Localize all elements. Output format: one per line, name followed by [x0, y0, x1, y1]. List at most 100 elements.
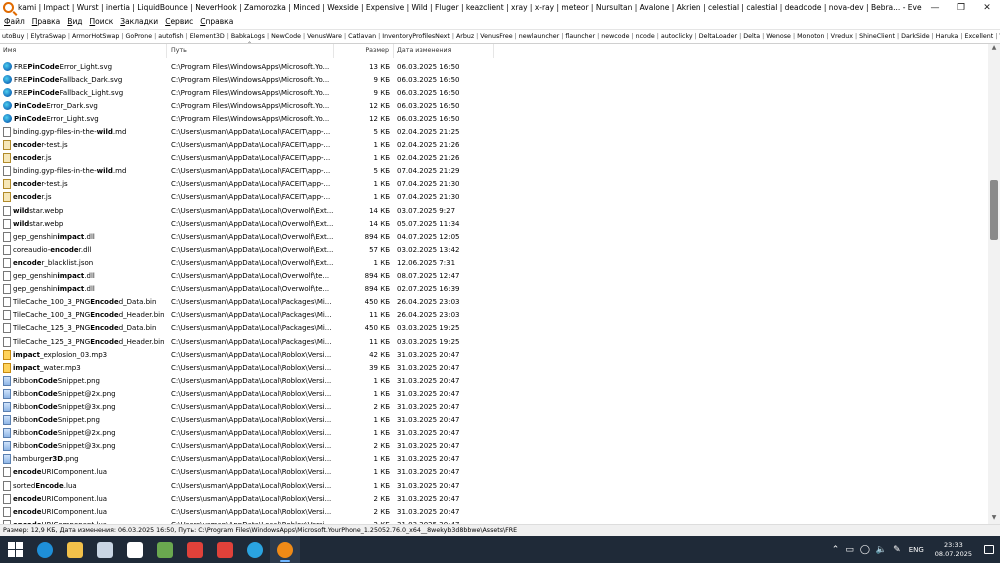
volume-icon[interactable]: 🔈	[873, 545, 890, 555]
menu-tools[interactable]: Сервис	[161, 15, 196, 29]
menu-file[interactable]: Файл	[0, 15, 28, 29]
taskbar-app-button[interactable]	[180, 536, 210, 563]
file-row[interactable]: impact _explosion_03.mp3 C:\Users\usman\Ap…	[0, 348, 988, 361]
bookmark-item[interactable]: Arbuz	[454, 33, 476, 40]
file-row[interactable]: FRE PinCode Error_Light.svg C:\Program File…	[0, 60, 988, 73]
battery-icon[interactable]: ▭	[842, 545, 857, 555]
file-row[interactable]: FRE PinCode Fallback_Light.svg C:\Program F…	[0, 86, 988, 99]
bookmark-item[interactable]: ShineClient	[857, 33, 897, 40]
bookmark-item[interactable]: ArmorHotSwap	[70, 33, 121, 40]
bookmark-item[interactable]: ElytraSwap	[28, 33, 67, 40]
bookmark-item[interactable]: ncode	[634, 33, 657, 40]
bookmark-item[interactable]: autofish	[156, 33, 185, 40]
file-row[interactable]: encode r-test.js C:\Users\usman\AppData\Lo…	[0, 139, 988, 152]
file-row[interactable]: hamburge r3D .png C:\Users\usman\AppData\Lo…	[0, 453, 988, 466]
file-row[interactable]: TileCache_100_3_PNG Encode d_Header.bin C:\…	[0, 309, 988, 322]
file-row[interactable]: encode r_blacklist.json C:\Users\usman\App…	[0, 256, 988, 269]
file-row[interactable]: Ribbo nCode Snippet.png C:\Users\usman\AppD…	[0, 414, 988, 427]
file-row[interactable]: binding.gyp-files-in-the-wild .md C:\Users…	[0, 165, 988, 178]
bookmark-item[interactable]: Monoton	[795, 33, 826, 40]
file-row[interactable]: sorted Encode .lua C:\Users\usman\AppData\L…	[0, 479, 988, 492]
clock[interactable]: 23:33 08.07.2025	[929, 541, 978, 559]
file-row[interactable]: TileCache_125_3_PNG Encode d_Data.bin C:\Us…	[0, 322, 988, 335]
taskbar-app-button[interactable]	[150, 536, 180, 563]
bookmark-item[interactable]: utoBuy	[0, 33, 26, 40]
bookmark-item[interactable]: Delta	[741, 33, 762, 40]
bookmark-item[interactable]: autoclicky	[659, 33, 695, 40]
file-row[interactable]: gep_genshin impact .dll C:\Users\usman\AppD…	[0, 283, 988, 296]
maximize-button[interactable]: ❐	[948, 0, 974, 15]
column-header-name[interactable]: Имя	[0, 44, 167, 58]
menu-view[interactable]: Вид	[63, 15, 85, 29]
taskbar-app-button[interactable]	[270, 536, 300, 563]
pen-icon[interactable]: ✎	[890, 545, 904, 555]
file-path-cell: C:\Users\usman\AppData\Local\Roblox\Vers…	[171, 468, 332, 477]
menu-edit[interactable]: Правка	[28, 15, 64, 29]
file-row[interactable]: Ribbo nCode Snippet.png C:\Users\usman\AppD…	[0, 374, 988, 387]
file-row[interactable]: encode r-test.js C:\Users\usman\AppData\Lo…	[0, 178, 988, 191]
bookmark-item[interactable]: Excellent	[962, 33, 995, 40]
scroll-up-icon[interactable]: ▲	[988, 44, 1000, 54]
file-row[interactable]: TileCache_125_3_PNG Encode d_Header.bin C:\…	[0, 335, 988, 348]
file-row[interactable]: FRE PinCode Fallback_Dark.svg C:\Program Fi…	[0, 73, 988, 86]
menu-help[interactable]: Справка	[196, 15, 236, 29]
file-name-suffix: r-test.js	[41, 180, 68, 189]
file-row[interactable]: encode r.js C:\Users\usman\AppData\Local\F…	[0, 191, 988, 204]
file-row[interactable]: Ribbo nCode Snippet@3x.png C:\Users\usman\A…	[0, 400, 988, 413]
taskbar-app-button[interactable]	[90, 536, 120, 563]
bookmark-item[interactable]: BabkaLogs	[229, 33, 267, 40]
file-row[interactable]: encodeURIComponent.lua C:\Users\usman\App…	[0, 492, 988, 505]
file-row[interactable]: impact _water.mp3 C:\Users\usman\AppData\L…	[0, 361, 988, 374]
start-button[interactable]	[0, 536, 30, 563]
bookmark-item[interactable]: NewCode	[269, 33, 303, 40]
scroll-thumb[interactable]	[990, 180, 998, 240]
bookmark-item[interactable]: flauncher	[563, 33, 597, 40]
chevron-up-icon[interactable]: ⌃	[829, 545, 843, 555]
file-row[interactable]: coreaudio-encode r.dll C:\Users\usman\AppD…	[0, 243, 988, 256]
bookmark-item[interactable]: Vredux	[829, 33, 855, 40]
vertical-scrollbar[interactable]: ▲ ▼	[988, 44, 1000, 524]
taskbar-app-button[interactable]	[240, 536, 270, 563]
file-row[interactable]: gep_genshin impact .dll C:\Users\usman\AppD…	[0, 270, 988, 283]
bookmark-item[interactable]: Element3D	[188, 33, 227, 40]
bookmark-item[interactable]: VenusFree	[478, 33, 514, 40]
file-row[interactable]: wild star.webp C:\Users\usman\AppData\Loca…	[0, 217, 988, 230]
taskbar-app-button[interactable]	[60, 536, 90, 563]
file-row[interactable]: PinCode Error_Light.svg C:\Program Files\W…	[0, 112, 988, 125]
bookmark-item[interactable]: GoProne	[124, 33, 155, 40]
bookmark-item[interactable]: DarkSide	[899, 33, 932, 40]
file-row[interactable]: gep_genshin impact .dll C:\Users\usman\AppD…	[0, 230, 988, 243]
taskbar-app-button[interactable]	[30, 536, 60, 563]
file-row[interactable]: Ribbo nCode Snippet@2x.png C:\Users\usman\A…	[0, 387, 988, 400]
bookmark-item[interactable]: Haruka	[934, 33, 961, 40]
column-header-size[interactable]: Размер	[334, 44, 394, 58]
close-button[interactable]: ✕	[974, 0, 1000, 15]
file-path-cell: C:\Program Files\WindowsApps\Microsoft.Y…	[171, 101, 330, 110]
language-indicator[interactable]: ENG	[904, 546, 929, 554]
taskbar-app-button[interactable]	[210, 536, 240, 563]
menu-search[interactable]: Поиск	[86, 15, 117, 29]
menu-bookmarks[interactable]: Закладки	[116, 15, 161, 29]
minimize-button[interactable]: —	[922, 0, 948, 15]
column-header-date[interactable]: Дата изменения	[394, 44, 494, 58]
bookmark-item[interactable]: newlauncher	[517, 33, 562, 40]
bookmark-item[interactable]: InventoryProfilesNext	[380, 33, 452, 40]
bookmark-item[interactable]: newcode	[599, 33, 631, 40]
scroll-down-icon[interactable]: ▼	[988, 514, 1000, 524]
file-row[interactable]: Ribbo nCode Snippet@2x.png C:\Users\usman\A…	[0, 427, 988, 440]
bookmark-item[interactable]: DeltaLoader	[697, 33, 739, 40]
bookmark-item[interactable]: Wenose	[764, 33, 793, 40]
bookmark-item[interactable]: Catlavan	[346, 33, 378, 40]
file-row[interactable]: wild star.webp C:\Users\usman\AppData\Loca…	[0, 204, 988, 217]
network-icon[interactable]: ◯	[857, 545, 873, 555]
file-row[interactable]: PinCode Error_Dark.svg C:\Program Files\Wi…	[0, 99, 988, 112]
file-row[interactable]: binding.gyp-files-in-the-wild .md C:\Users…	[0, 125, 988, 138]
file-row[interactable]: Ribbo nCode Snippet@3x.png C:\Users\usman\A…	[0, 440, 988, 453]
bookmark-item[interactable]: VenusWare	[305, 33, 344, 40]
notification-center-button[interactable]	[978, 536, 1000, 563]
file-row[interactable]: encode r.js C:\Users\usman\AppData\Local\F…	[0, 152, 988, 165]
taskbar-app-button[interactable]	[120, 536, 150, 563]
file-row[interactable]: encodeURIComponent.lua C:\Users\usman\App…	[0, 505, 988, 518]
file-row[interactable]: TileCache_100_3_PNG Encode d_Data.bin C:\Us…	[0, 296, 988, 309]
file-row[interactable]: encodeURIComponent.lua C:\Users\usman\App…	[0, 466, 988, 479]
